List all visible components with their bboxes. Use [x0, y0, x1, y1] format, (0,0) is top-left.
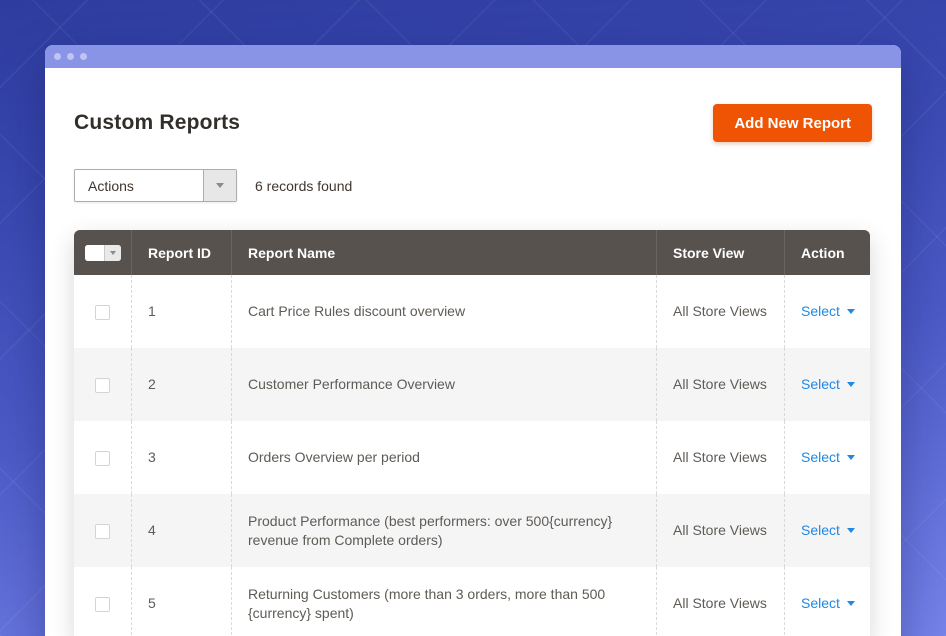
cell-report-name: Product Performance (best performers: ov… [231, 494, 656, 567]
table-row: 4 Product Performance (best performers: … [74, 494, 870, 567]
row-checkbox[interactable] [95, 597, 110, 612]
column-header-action[interactable]: Action [784, 230, 870, 275]
column-header-store-view[interactable]: Store View [656, 230, 784, 275]
cell-store-view: All Store Views [656, 275, 784, 348]
table-row: 5 Returning Customers (more than 3 order… [74, 567, 870, 636]
actions-select[interactable]: Actions [74, 169, 237, 202]
page-title: Custom Reports [74, 111, 240, 135]
window-control-dot[interactable] [54, 53, 61, 60]
row-checkbox[interactable] [95, 305, 110, 320]
row-checkbox[interactable] [95, 378, 110, 393]
page-header: Custom Reports Add New Report [74, 104, 872, 142]
actions-select-caret-box[interactable] [203, 170, 236, 201]
cell-report-id: 4 [131, 494, 231, 567]
select-label: Select [801, 302, 840, 320]
column-header-report-id[interactable]: Report ID [131, 230, 231, 275]
select-label: Select [801, 594, 840, 612]
table-header-row: Report ID Report Name Store View Action [74, 230, 870, 275]
row-checkbox[interactable] [95, 524, 110, 539]
actions-select-value: Actions [75, 170, 203, 201]
window-control-dot[interactable] [67, 53, 74, 60]
row-action-select[interactable]: Select [801, 375, 855, 393]
table-row: 1 Cart Price Rules discount overview All… [74, 275, 870, 348]
chevron-down-icon [110, 251, 116, 255]
caret-down-icon [847, 309, 855, 314]
caret-down-icon [847, 382, 855, 387]
caret-down-icon [847, 601, 855, 606]
app-window: Custom Reports Add New Report Actions 6 … [45, 45, 901, 636]
select-all-dropdown[interactable] [104, 245, 121, 261]
reports-table: Report ID Report Name Store View Action … [74, 230, 870, 636]
caret-down-icon [847, 528, 855, 533]
cell-report-name: Returning Customers (more than 3 orders,… [231, 567, 656, 636]
table-row: 3 Orders Overview per period All Store V… [74, 421, 870, 494]
records-count: 6 records found [255, 178, 352, 194]
column-header-select-all[interactable] [74, 230, 131, 275]
cell-store-view: All Store Views [656, 421, 784, 494]
chevron-down-icon [216, 183, 224, 188]
cell-report-id: 2 [131, 348, 231, 421]
add-new-report-button[interactable]: Add New Report [713, 104, 872, 142]
row-action-select[interactable]: Select [801, 594, 855, 612]
cell-store-view: All Store Views [656, 348, 784, 421]
caret-down-icon [847, 455, 855, 460]
select-all-checkbox[interactable] [85, 245, 104, 261]
cell-report-name: Cart Price Rules discount overview [231, 275, 656, 348]
cell-report-name: Orders Overview per period [231, 421, 656, 494]
select-label: Select [801, 448, 840, 466]
table-row: 2 Customer Performance Overview All Stor… [74, 348, 870, 421]
row-action-select[interactable]: Select [801, 521, 855, 539]
select-label: Select [801, 521, 840, 539]
row-checkbox[interactable] [95, 451, 110, 466]
desktop-background: { "window": { "dot_count": 3 }, "header"… [0, 0, 946, 636]
page-content: Custom Reports Add New Report Actions 6 … [45, 104, 901, 636]
cell-store-view: All Store Views [656, 494, 784, 567]
column-header-report-name[interactable]: Report Name [231, 230, 656, 275]
window-titlebar [45, 45, 901, 68]
grid-toolbar: Actions 6 records found [74, 169, 872, 202]
row-action-select[interactable]: Select [801, 302, 855, 320]
cell-report-name: Customer Performance Overview [231, 348, 656, 421]
row-action-select[interactable]: Select [801, 448, 855, 466]
cell-report-id: 1 [131, 275, 231, 348]
cell-report-id: 5 [131, 567, 231, 636]
window-control-dot[interactable] [80, 53, 87, 60]
select-label: Select [801, 375, 840, 393]
cell-store-view: All Store Views [656, 567, 784, 636]
cell-report-id: 3 [131, 421, 231, 494]
select-all-control[interactable] [85, 245, 121, 261]
